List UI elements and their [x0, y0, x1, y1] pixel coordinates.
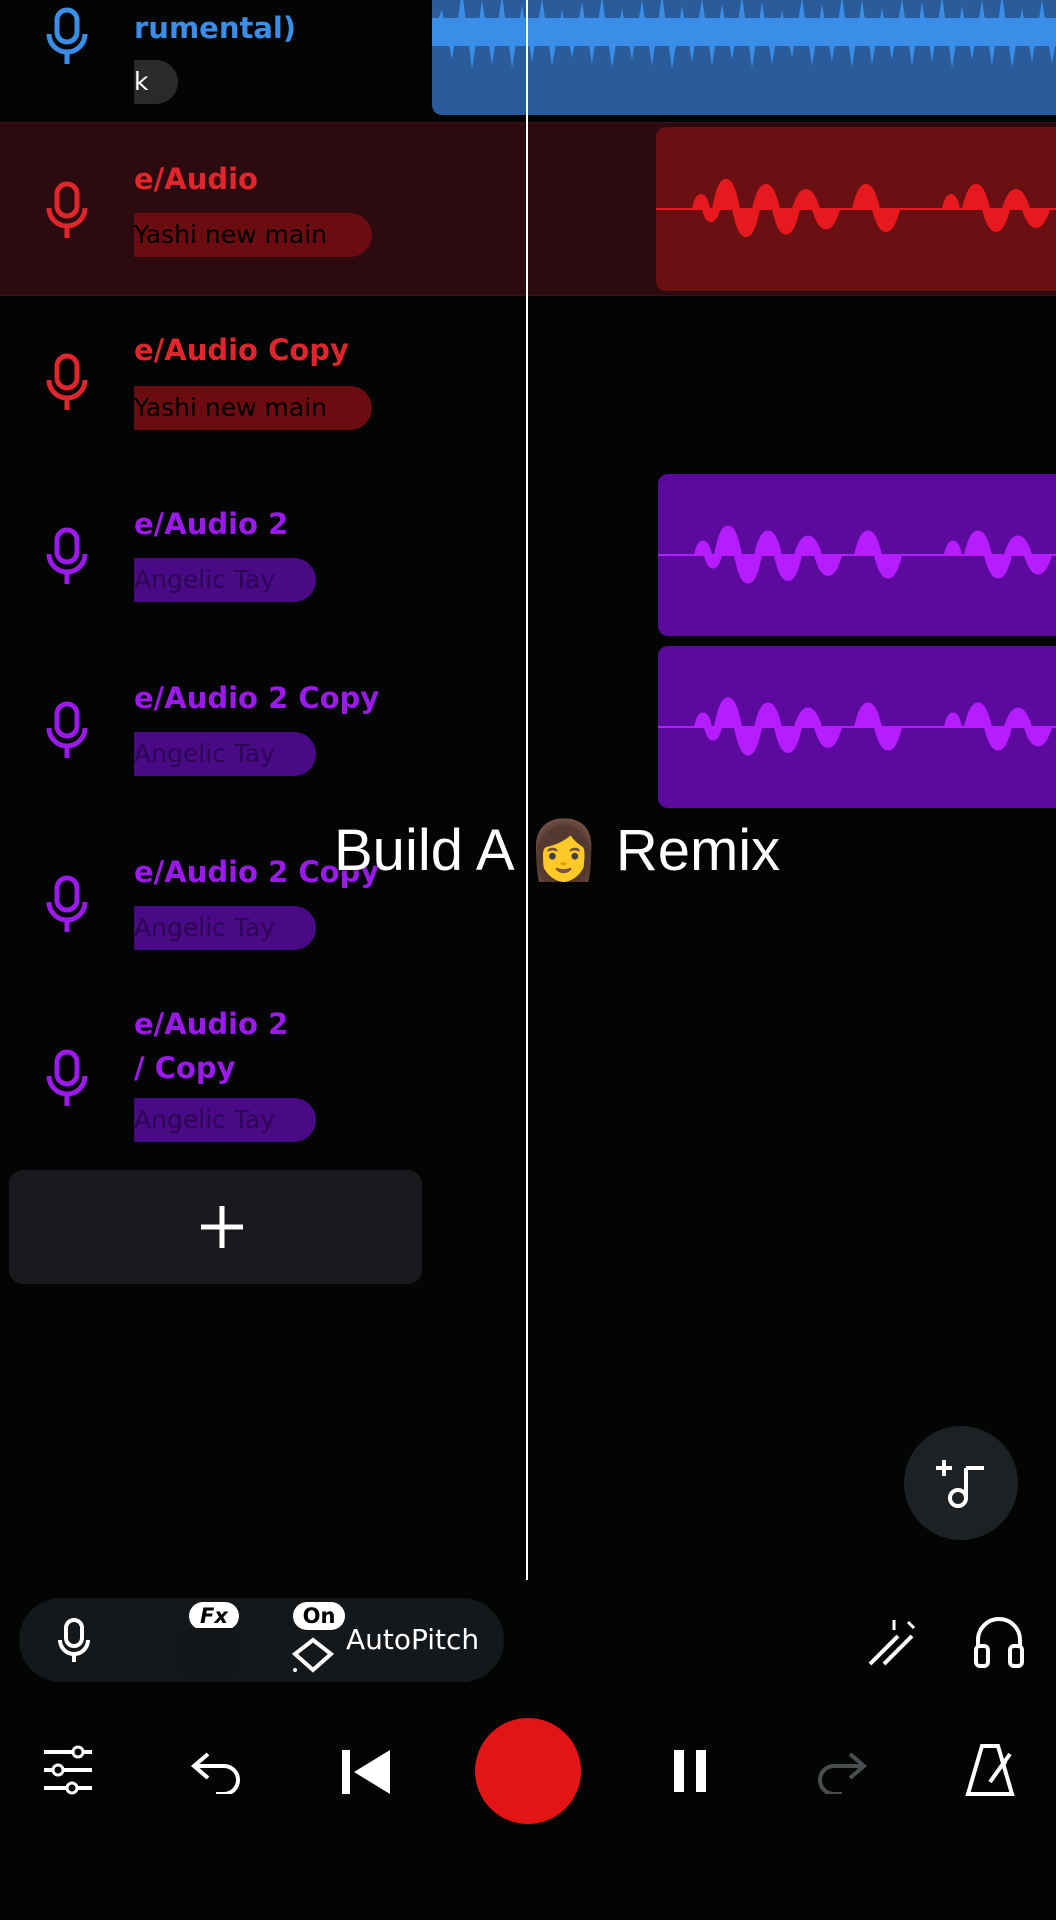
playhead[interactable]: [526, 0, 528, 1580]
mic-icon[interactable]: [44, 526, 90, 586]
redo-icon[interactable]: [814, 1748, 868, 1794]
mic-icon[interactable]: [57, 1618, 91, 1664]
track-name: e/Audio 2: [134, 1007, 289, 1041]
tag-icon: [291, 1637, 335, 1673]
track-name: rumental): [134, 11, 297, 45]
magic-wand-icon[interactable]: [864, 1614, 920, 1670]
track-instrument-chip[interactable]: Yashi new main: [134, 213, 372, 257]
track-instrument-chip[interactable]: Angelic Tay: [134, 558, 316, 602]
track-name: e/Audio 2 Copy: [134, 681, 380, 715]
mic-icon[interactable]: [44, 180, 90, 240]
track-name: e/Audio: [134, 162, 258, 196]
mic-icon[interactable]: [44, 6, 90, 66]
pause-icon[interactable]: [672, 1748, 708, 1794]
audio-clip[interactable]: [658, 474, 1056, 636]
track-row-1[interactable]: rumental) k: [0, 0, 1056, 122]
plus-icon: [201, 1206, 243, 1248]
skip-back-icon[interactable]: [340, 1748, 392, 1796]
mixer-sliders-icon[interactable]: [42, 1744, 94, 1796]
track-instrument-chip[interactable]: Yashi new main: [134, 386, 372, 430]
on-badge[interactable]: On: [293, 1602, 345, 1630]
track-instrument-chip[interactable]: Angelic Tay: [134, 732, 316, 776]
track-row-4[interactable]: e/Audio 2 Angelic Tay: [0, 470, 1056, 642]
add-track-button[interactable]: [9, 1170, 422, 1284]
track-name-line2: / Copy: [134, 1051, 236, 1085]
undo-icon[interactable]: [190, 1748, 244, 1794]
add-music-icon: [936, 1460, 984, 1508]
track-instrument-chip[interactable]: Angelic Tay: [134, 906, 316, 950]
track-row-2[interactable]: e/Audio Yashi new main: [0, 122, 1056, 296]
track-row-5[interactable]: e/Audio 2 Copy Angelic Tay: [0, 644, 1056, 816]
track-name: e/Audio Copy: [134, 333, 349, 367]
fx-thumbnail[interactable]: [179, 1628, 239, 1678]
mic-icon[interactable]: [44, 874, 90, 934]
track-instrument-chip[interactable]: Angelic Tay: [134, 1098, 316, 1142]
audio-clip[interactable]: [656, 127, 1056, 291]
track-row-3[interactable]: e/Audio Copy Yashi new main: [0, 296, 1056, 468]
track-instrument-chip[interactable]: k: [134, 60, 178, 104]
mic-icon[interactable]: [44, 700, 90, 760]
metronome-icon[interactable]: [964, 1742, 1016, 1798]
recording-toolbar: Fx On AutoPitch: [19, 1598, 504, 1682]
mic-icon[interactable]: [44, 352, 90, 412]
add-music-button[interactable]: [904, 1426, 1018, 1540]
audio-clip[interactable]: [658, 646, 1056, 808]
track-name: e/Audio 2: [134, 507, 289, 541]
mic-icon[interactable]: [44, 1048, 90, 1108]
record-button[interactable]: [475, 1718, 581, 1824]
fx-badge[interactable]: Fx: [189, 1602, 239, 1630]
autopitch-label[interactable]: AutoPitch: [346, 1622, 479, 1658]
track-row-7[interactable]: e/Audio 2 / Copy Angelic Tay: [0, 992, 1056, 1168]
video-overlay-title: Build A 👩 Remix: [334, 818, 781, 883]
headphones-icon[interactable]: [972, 1614, 1026, 1670]
